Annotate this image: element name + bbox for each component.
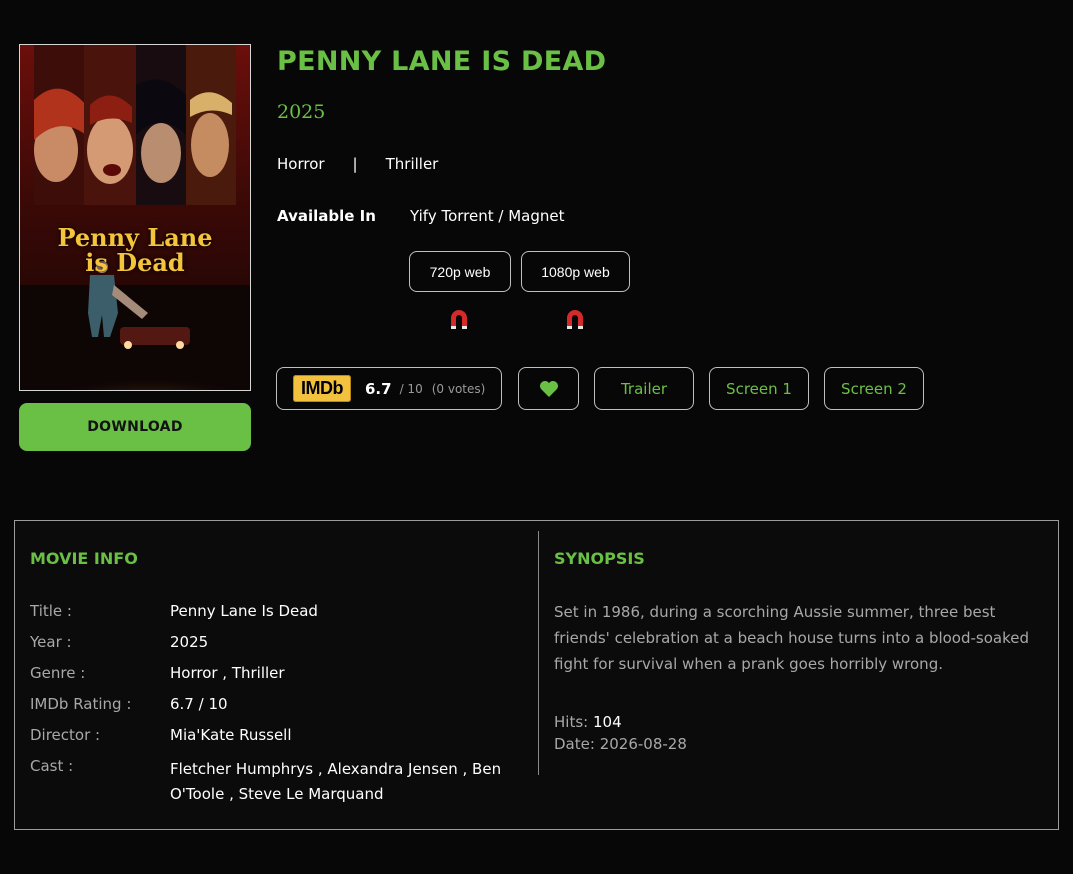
- quality-1080p-button[interactable]: 1080p web: [521, 251, 630, 292]
- info-value-imdb-rating: 6.7 / 10: [170, 695, 228, 713]
- info-label-director: Director :: [30, 726, 101, 744]
- poster-title-line-2: is Dead: [85, 248, 185, 277]
- imdb-rating-box[interactable]: IMDb 6.7 / 10 (0 votes): [276, 367, 502, 410]
- poster-title-line-1: Penny Lane: [57, 223, 213, 252]
- screen-2-button[interactable]: Screen 2: [824, 367, 924, 410]
- movie-info-heading: MOVIE INFO: [30, 549, 138, 568]
- screen-1-button[interactable]: Screen 1: [709, 367, 809, 410]
- info-label-genre: Genre :: [30, 664, 86, 682]
- info-label-title: Title :: [30, 602, 72, 620]
- trailer-button[interactable]: Trailer: [594, 367, 694, 410]
- quality-720p-button[interactable]: 720p web: [409, 251, 511, 292]
- available-in-label: Available In: [277, 207, 376, 225]
- movie-title: PENNY LANE IS DEAD: [277, 46, 607, 77]
- heart-icon: [539, 380, 558, 397]
- imdb-logo: IMDb: [293, 375, 351, 402]
- genre-horror[interactable]: Horror: [277, 155, 325, 173]
- movie-poster: Penny Lane is Dead: [19, 44, 251, 391]
- like-button[interactable]: [518, 367, 579, 410]
- available-in-value: Yify Torrent / Magnet: [410, 207, 565, 225]
- download-button[interactable]: DOWNLOAD: [19, 403, 251, 451]
- date-label: Date:: [554, 735, 595, 753]
- movie-year: 2025: [277, 101, 326, 123]
- info-value-year: 2025: [170, 633, 209, 651]
- imdb-rating: 6.7: [365, 379, 392, 398]
- date-line: Date: 2026-08-28: [554, 735, 687, 753]
- info-label-cast: Cast :: [30, 757, 74, 775]
- panel-divider: [538, 531, 539, 775]
- info-label-year: Year :: [30, 633, 72, 651]
- date-value: 2026-08-28: [599, 735, 687, 753]
- magnet-720p-icon[interactable]: [449, 309, 469, 331]
- info-label-imdb-rating: IMDb Rating :: [30, 695, 132, 713]
- genre-list: Horror | Thriller: [277, 155, 438, 173]
- magnet-1080p-icon[interactable]: [565, 309, 585, 331]
- info-value-cast: Fletcher Humphrys , Alexandra Jensen , B…: [170, 760, 502, 803]
- info-value-genre: Horror , Thriller: [170, 664, 285, 682]
- imdb-votes: (0 votes): [431, 381, 486, 396]
- info-value-title: Penny Lane Is Dead: [170, 602, 318, 620]
- hits-value: 104: [592, 713, 622, 731]
- movie-details-panel: MOVIE INFO Title : Penny Lane Is Dead Ye…: [14, 520, 1059, 830]
- imdb-scale: / 10: [399, 381, 423, 396]
- info-value-director: Mia'Kate Russell: [170, 726, 292, 744]
- synopsis-text: Set in 1986, during a scorching Aussie s…: [554, 603, 1030, 673]
- poster-artwork: [20, 45, 250, 390]
- synopsis-heading: SYNOPSIS: [554, 549, 645, 568]
- hits-line: Hits: 104: [554, 713, 622, 731]
- hits-label: Hits:: [554, 713, 589, 731]
- genre-separator: |: [352, 155, 358, 173]
- genre-thriller[interactable]: Thriller: [386, 155, 439, 173]
